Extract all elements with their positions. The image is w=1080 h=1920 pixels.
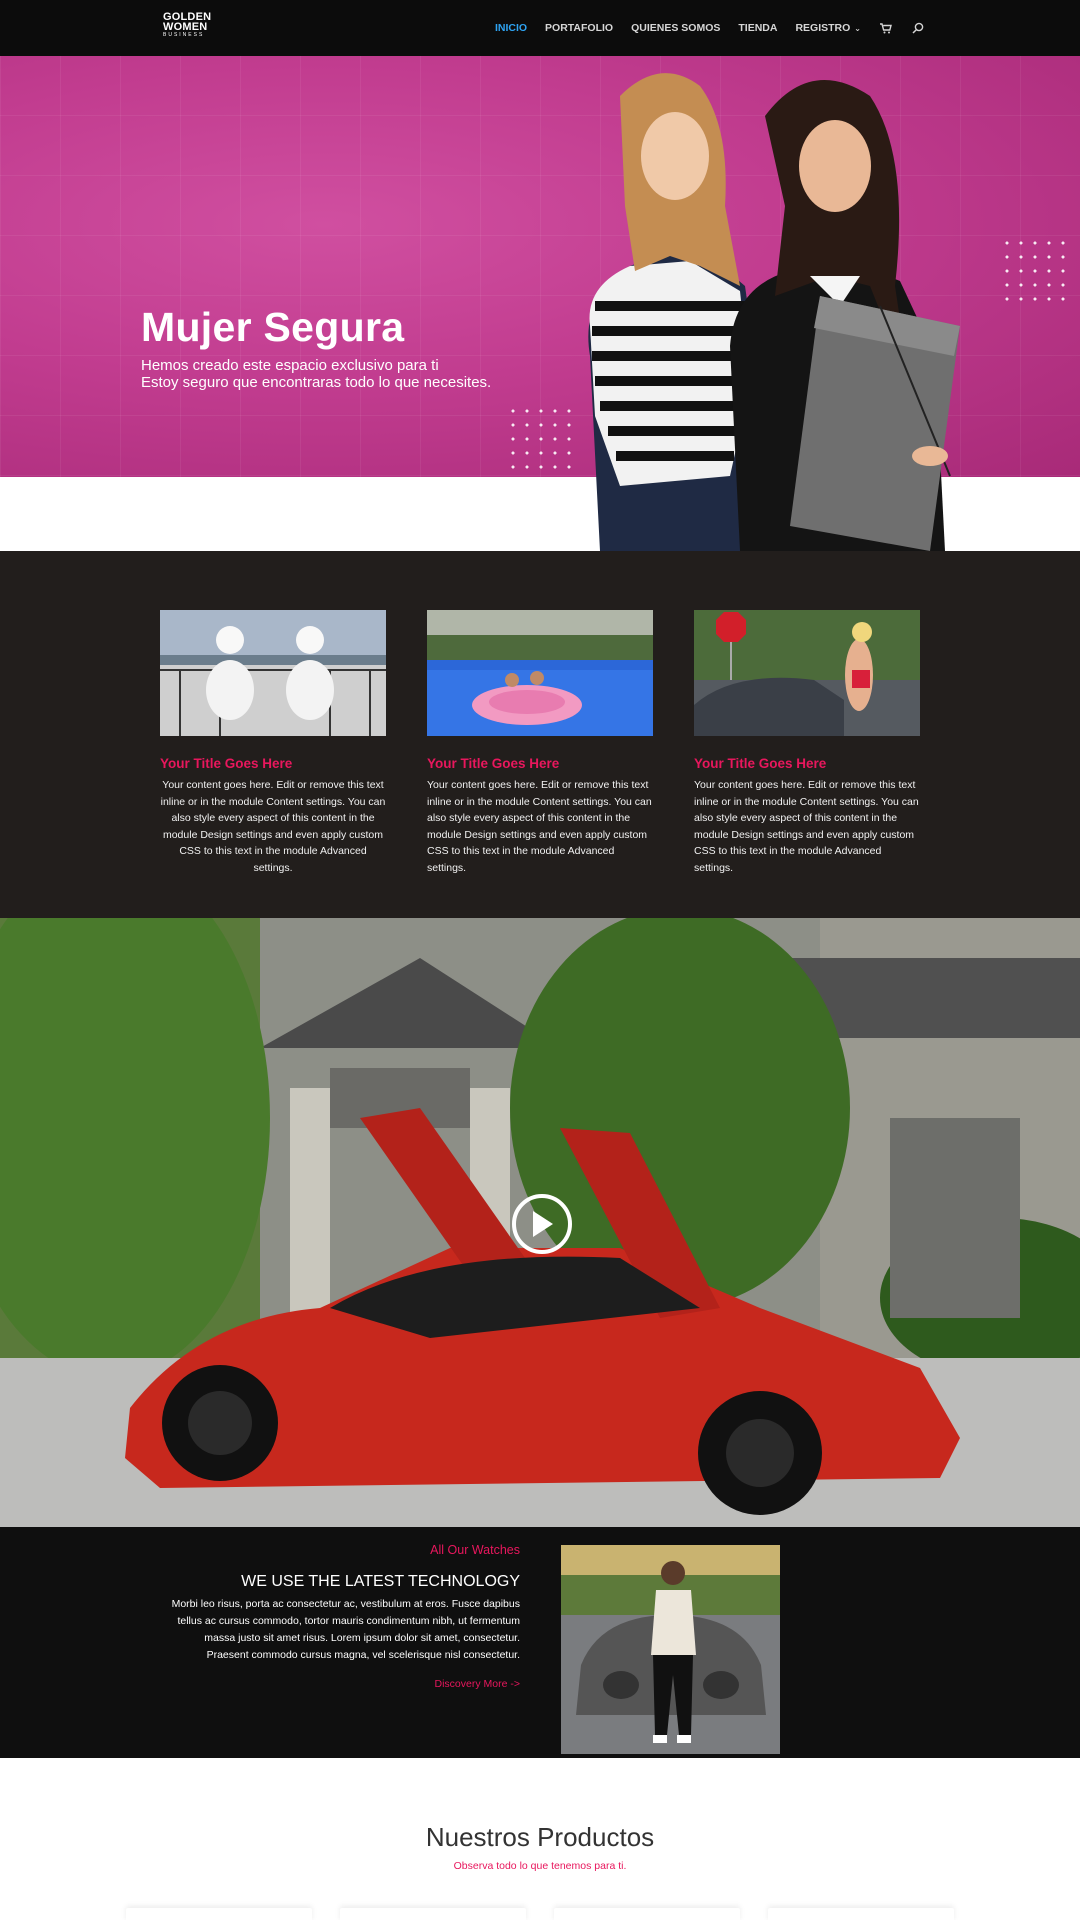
feature-title: Your Title Goes Here xyxy=(427,756,560,771)
hero-subtitle: Hemos creado este espacio exclusivo para… xyxy=(141,357,491,391)
top-navigation-bar: GOLDEN WOMEN BUSINESS INICIO PORTAFOLIO … xyxy=(0,0,1080,56)
menu-item-inicio[interactable]: INICIO xyxy=(495,22,527,34)
logo-line-2: WOMEN xyxy=(163,21,208,33)
feature-card: Your Title Goes Here Your content goes h… xyxy=(427,610,653,876)
hero-subtitle-line-1: Hemos creado este espacio exclusivo para… xyxy=(141,357,439,374)
feature-title: Your Title Goes Here xyxy=(694,756,827,771)
feature-image-pool xyxy=(427,610,653,736)
product-card[interactable] xyxy=(768,1908,954,1920)
feature-card: Your Title Goes Here Your content goes h… xyxy=(694,610,920,876)
technology-photo xyxy=(561,1545,780,1754)
feature-text: Your content goes here. Edit or remove t… xyxy=(427,779,652,874)
cart-icon[interactable] xyxy=(879,21,893,35)
menu-item-registro[interactable]: REGISTRO ⌄ xyxy=(795,22,861,34)
menu-item-quienes-somos[interactable]: QUIENES SOMOS xyxy=(631,22,720,34)
main-menu: INICIO PORTAFOLIO QUIENES SOMOS TIENDA R… xyxy=(495,0,925,56)
menu-item-portafolio[interactable]: PORTAFOLIO xyxy=(545,22,613,34)
product-card[interactable] xyxy=(340,1908,526,1920)
search-icon[interactable] xyxy=(911,21,925,35)
feature-image-balcony xyxy=(160,610,386,736)
feature-text: Your content goes here. Edit or remove t… xyxy=(694,779,919,874)
products-title: Nuestros Productos xyxy=(425,1822,655,1852)
play-video-button[interactable] xyxy=(512,1194,572,1254)
chevron-down-icon: ⌄ xyxy=(854,24,861,33)
logo-line-3: BUSINESS xyxy=(163,32,205,38)
feature-text: Your content goes here. Edit or remove t… xyxy=(160,779,386,874)
technology-title: WE USE THE LATEST TECHNOLOGY xyxy=(241,1573,520,1590)
feature-card: Your Title Goes Here Your content goes h… xyxy=(160,610,386,876)
hero-title: Mujer Segura xyxy=(141,304,405,350)
menu-item-registro-label: REGISTRO xyxy=(795,22,851,34)
products-subtitle: Observa todo lo que tenemos para ti. xyxy=(453,1860,627,1872)
product-card[interactable] xyxy=(554,1908,740,1920)
feature-image-stop-sign xyxy=(694,610,920,736)
discovery-more-link[interactable]: Discovery More -> xyxy=(435,1678,520,1690)
feature-title: Your Title Goes Here xyxy=(160,756,293,771)
play-icon xyxy=(533,1211,553,1237)
hero-subtitle-line-2: Estoy seguro que encontraras todo lo que… xyxy=(141,374,492,391)
hero-women-image xyxy=(550,56,1020,551)
menu-item-tienda[interactable]: TIENDA xyxy=(738,22,777,34)
product-card[interactable] xyxy=(126,1908,312,1920)
technology-kicker: All Our Watches xyxy=(430,1543,520,1557)
site-logo[interactable]: GOLDEN WOMEN BUSINESS xyxy=(163,12,223,39)
technology-body: Morbi leo risus, porta ac consectetur ac… xyxy=(171,1598,520,1661)
